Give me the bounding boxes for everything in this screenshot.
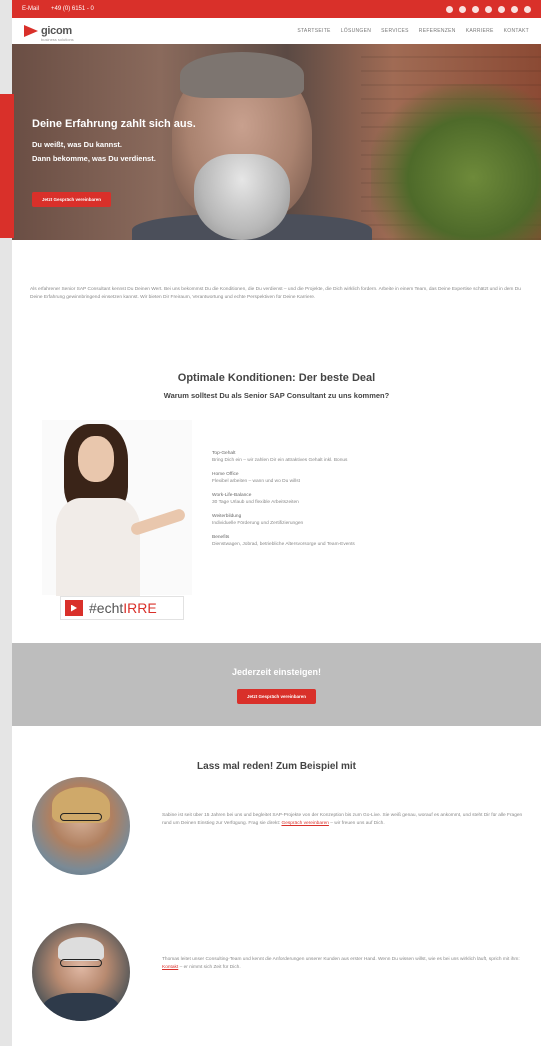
avatar-glasses: [60, 813, 102, 821]
hero-cta-button[interactable]: Jetzt Gespräch vereinbaren: [32, 192, 112, 207]
tag-prefix: #echt: [89, 600, 124, 616]
logo[interactable]: gicom business solutions: [24, 21, 74, 42]
woman-shirt: [56, 498, 140, 596]
benefit-heading: Top-Gehalt: [212, 451, 236, 456]
testimonial-text-part: – er nimmt sich Zeit für Dich.: [179, 965, 241, 970]
list-item: Top-Gehalt Bring Dich ein – wir zahlen D…: [212, 451, 532, 463]
site-header: gicom business solutions STARTSEITE LÖSU…: [12, 18, 541, 44]
facebook-icon[interactable]: [472, 5, 479, 13]
page: E-Mail +49 (0) 6151 - 0 gicom business s…: [12, 0, 541, 1046]
top-bar: E-Mail +49 (0) 6151 - 0: [12, 0, 541, 18]
social-icons: [446, 5, 531, 13]
testimonial-link[interactable]: Gespräch vereinbaren: [281, 821, 328, 826]
benefit-heading: Weiterbildung: [212, 514, 242, 519]
avatar-hair: [58, 937, 104, 961]
nav-item-solutions[interactable]: LÖSUNGEN: [341, 28, 371, 34]
hero-banner: Deine Erfahrung zahlt sich aus. Du weißt…: [12, 44, 541, 240]
hero-title: Deine Erfahrung zahlt sich aus.: [32, 118, 196, 130]
cta-title: Jederzeit einsteigen!: [231, 667, 322, 677]
hero-plant: [371, 84, 541, 240]
youtube-icon[interactable]: [498, 5, 505, 13]
list-item: Home Office Flexibel arbeiten – wann und…: [212, 472, 532, 484]
testimonials-title: Lass mal reden! Zum Beispiel mit: [197, 761, 356, 772]
avatar: [32, 923, 130, 1021]
list-item: Weiterbildung Individuelle Förderung und…: [212, 514, 532, 526]
testimonial-text: Thomas leitet unser Consulting-Team und …: [162, 956, 532, 972]
hero-person-hair: [180, 52, 304, 98]
logo-mark-icon: [24, 25, 38, 37]
hero-cta-wrapper: Jetzt Gespräch vereinbaren: [32, 188, 112, 207]
echtirre-tag: #echtIRRE: [60, 596, 184, 620]
email-link[interactable]: E-Mail: [22, 6, 39, 12]
hero-line-2: Dann bekomme, was Du verdienst.: [32, 154, 156, 163]
conditions-title: Optimale Konditionen: Der beste Deal: [177, 372, 376, 384]
mail-icon[interactable]: [524, 5, 531, 13]
logo-subtitle: business solutions: [41, 36, 74, 42]
left-accent-wedge: [0, 94, 14, 238]
testimonial-text-part: Thomas leitet unser Consulting-Team und …: [162, 957, 520, 962]
woman-face: [78, 436, 114, 482]
testimonial-link[interactable]: Kontakt: [162, 965, 178, 970]
tag-arrow-icon: [65, 600, 83, 616]
cta-button[interactable]: Jetzt Gespräch vereinbaren: [236, 689, 317, 704]
conditions-subtitle: Warum solltest Du als Senior SAP Consult…: [163, 391, 390, 400]
nav-item-career[interactable]: KARRIERE: [466, 28, 494, 34]
list-item: Work-Life-Balance 30 Tage Urlaub und fle…: [212, 493, 532, 505]
woman-image: #echtIRRE: [42, 420, 192, 620]
benefit-text: 30 Tage Urlaub und flexible Arbeitszeite…: [212, 500, 299, 505]
twitter-icon[interactable]: [511, 5, 518, 13]
hero-person-beard: [194, 154, 290, 240]
linkedin-icon[interactable]: [446, 5, 453, 13]
cta-section: Jederzeit einsteigen! Jetzt Gespräch ver…: [12, 643, 541, 726]
intro-text: Als erfahrener Senior SAP Consultant ken…: [30, 287, 521, 300]
main-nav: STARTSEITE LÖSUNGEN SERVICES REFERENZEN …: [297, 28, 529, 34]
phone-link[interactable]: +49 (0) 6151 - 0: [51, 6, 94, 12]
benefit-text: Dienstwagen, Jobrad, betriebliche Alters…: [212, 542, 355, 547]
nav-item-references[interactable]: REFERENZEN: [419, 28, 456, 34]
benefit-text: Individuelle Förderung und Zertifizierun…: [212, 521, 304, 526]
instagram-icon[interactable]: [485, 5, 492, 13]
nav-item-services[interactable]: SERVICES: [381, 28, 409, 34]
nav-item-start[interactable]: STARTSEITE: [297, 28, 330, 34]
testimonial-text-part: – wir freuen uns auf Dich.: [330, 821, 385, 826]
benefit-heading: Benefits: [212, 535, 230, 540]
contact-info: E-Mail +49 (0) 6151 - 0: [22, 6, 94, 12]
hero-line-1: Du weißt, was Du kannst.: [32, 140, 123, 149]
benefit-text: Bring Dich ein – wir zahlen Dir ein attr…: [212, 458, 348, 463]
hero-text: Deine Erfahrung zahlt sich aus. Du weißt…: [32, 118, 196, 168]
testimonial-text: Sabine ist seit über 15 Jahren bei uns u…: [162, 812, 532, 828]
benefit-text: Flexibel arbeiten – wann und wo Du wills…: [212, 479, 300, 484]
logo-text: gicom: [41, 24, 72, 37]
benefit-heading: Work-Life-Balance: [212, 493, 252, 498]
benefits-list: Top-Gehalt Bring Dich ein – wir zahlen D…: [212, 451, 532, 556]
tag-text: #echtIRRE: [89, 600, 157, 616]
benefit-heading: Home Office: [212, 472, 239, 477]
list-item: Benefits Dienstwagen, Jobrad, betrieblic…: [212, 535, 532, 547]
avatar-suit: [42, 993, 120, 1021]
avatar: [32, 777, 130, 875]
avatar-glasses: [60, 959, 102, 967]
xing-icon[interactable]: [459, 5, 466, 13]
tag-highlight: IRRE: [123, 600, 157, 616]
nav-item-contact[interactable]: KONTAKT: [504, 28, 529, 34]
